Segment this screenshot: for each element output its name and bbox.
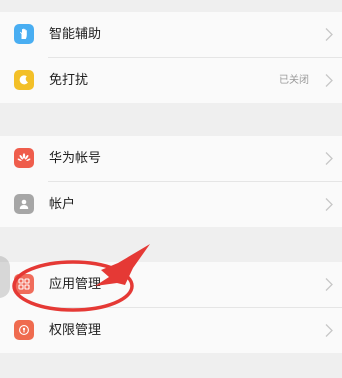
chevron-right-icon [325, 278, 333, 291]
floating-edge-button[interactable] [0, 256, 10, 298]
chevron-right-icon [325, 198, 333, 211]
settings-item-app-management[interactable]: 应用管理 [0, 262, 342, 307]
settings-item-label: 应用管理 [49, 277, 102, 292]
settings-item-label: 权限管理 [49, 323, 102, 338]
person-icon [14, 194, 34, 214]
chevron-right-icon [325, 28, 333, 41]
settings-screen: 智能辅助 免打扰 已关闭 华为帐号 帐户 应用管理 权限管理 [0, 0, 342, 378]
chevron-right-icon [325, 324, 333, 337]
settings-item-label: 免打扰 [49, 73, 89, 88]
settings-item-huawei-account[interactable]: 华为帐号 [0, 136, 342, 181]
settings-item-do-not-disturb[interactable]: 免打扰 已关闭 [0, 58, 342, 103]
settings-item-smart-assist[interactable]: 智能辅助 [0, 12, 342, 57]
settings-item-permission-management[interactable]: 权限管理 [0, 308, 342, 353]
settings-item-label: 华为帐号 [49, 151, 102, 166]
settings-group-accounts: 华为帐号 帐户 [0, 136, 342, 227]
settings-item-accounts[interactable]: 帐户 [0, 182, 342, 227]
settings-item-label: 帐户 [49, 197, 76, 212]
chevron-right-icon [325, 74, 333, 87]
settings-item-value: 已关闭 [279, 75, 309, 86]
settings-item-label: 智能辅助 [49, 27, 102, 42]
settings-group-assistance: 智能辅助 免打扰 已关闭 [0, 12, 342, 103]
shield-icon [14, 320, 34, 340]
settings-group-apps: 应用管理 权限管理 [0, 262, 342, 353]
apps-grid-icon [14, 274, 34, 294]
huawei-logo-icon [14, 148, 34, 168]
hand-icon [14, 24, 34, 44]
chevron-right-icon [325, 152, 333, 165]
moon-icon [14, 70, 34, 90]
